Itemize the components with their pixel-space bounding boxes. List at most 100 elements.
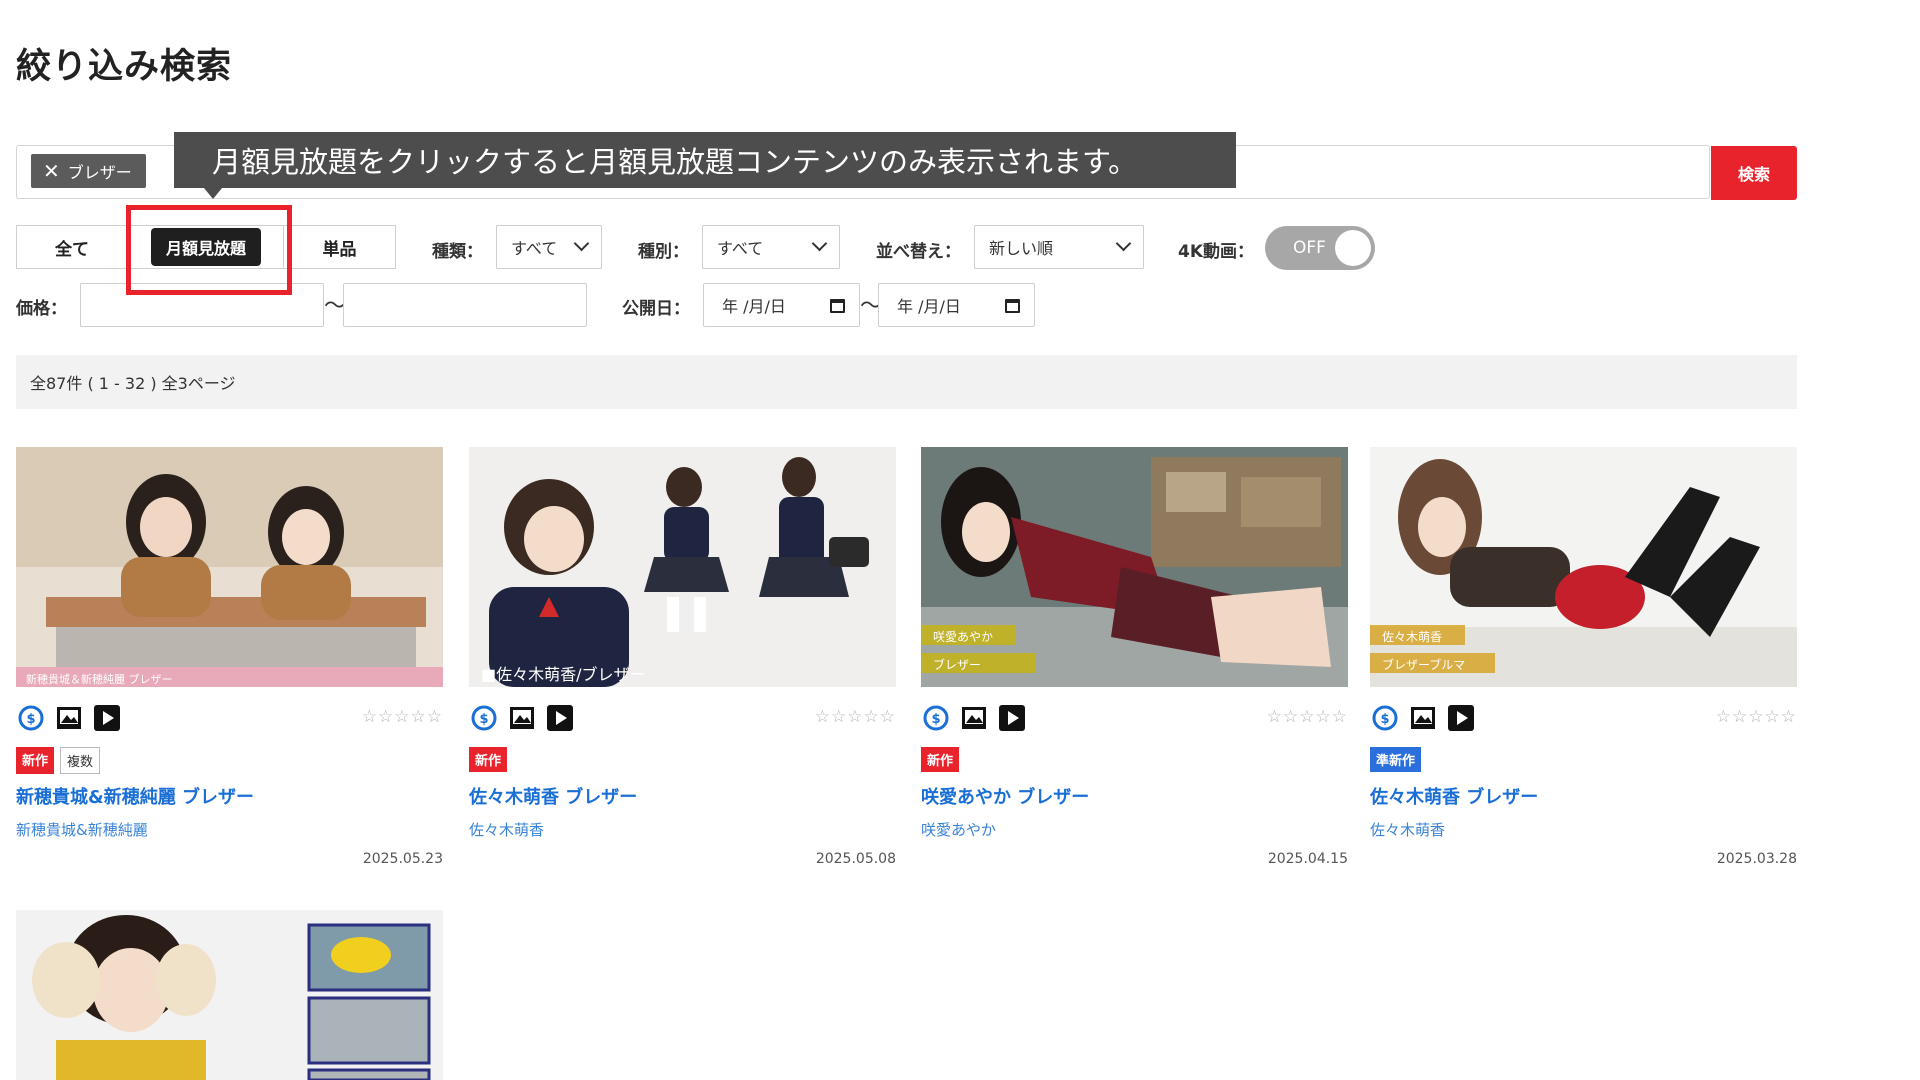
date-placeholder: 年 /月/日 xyxy=(722,297,786,316)
svg-text:$: $ xyxy=(1380,712,1389,727)
badges: 準新作 xyxy=(1370,747,1422,772)
badge-pre-new: 準新作 xyxy=(1370,747,1422,772)
product-thumbnail[interactable]: 新穂貴城＆新穂純麗 ブレザー xyxy=(16,447,443,687)
image-icon xyxy=(54,703,84,733)
subscription-icon: $ xyxy=(16,703,46,733)
subscription-icon: $ xyxy=(469,703,499,733)
badges: 新作 複数 xyxy=(16,747,101,774)
badge-new: 新作 xyxy=(921,747,960,772)
actress-link[interactable]: 新穂貴城&新穂純麗 xyxy=(16,819,148,840)
release-date: 2025.04.15 xyxy=(1267,851,1348,867)
svg-text:$: $ xyxy=(479,712,488,727)
tooltip: 月額見放題をクリックすると月額見放題コンテンツのみ表示されます。 xyxy=(174,132,1236,188)
search-tag-chip[interactable]: ✕ ブレザー xyxy=(31,154,146,188)
sort-select[interactable]: 新しい順 xyxy=(974,225,1144,269)
thumbnail-label: ブレザー xyxy=(933,658,982,672)
calendar-icon[interactable] xyxy=(830,299,845,313)
product-card[interactable]: 咲愛あやか ブレザー $ ☆☆☆☆☆ 新作 咲愛あやか ブレザー 咲愛あやか 2… xyxy=(921,447,1348,877)
release-date: 2025.05.23 xyxy=(362,851,443,867)
badges: 新作 xyxy=(469,747,508,772)
image-icon xyxy=(507,703,537,733)
content-icons: $ xyxy=(469,703,575,733)
product-thumbnail-image xyxy=(1370,447,1797,687)
image-icon xyxy=(959,703,989,733)
chevron-down-icon xyxy=(573,235,590,252)
thumbnail-label: 咲愛あやか xyxy=(933,630,994,644)
product-card[interactable]: 佐々木萌香 ブレザーブルマ $ ☆☆☆☆☆ 準新作 佐々木萌香 ブレザー 佐々木… xyxy=(1370,447,1797,877)
thumbnail-label: 新穂貴城＆新穂純麗 ブレザー xyxy=(26,673,173,686)
category-label: 種別： xyxy=(638,242,689,262)
kind-select-value: すべて xyxy=(511,239,558,258)
release-date-label: 公開日： xyxy=(622,299,690,319)
tooltip-arrow xyxy=(204,188,222,199)
svg-text:$: $ xyxy=(931,712,940,727)
subscription-icon: $ xyxy=(1370,703,1400,733)
product-thumbnail[interactable]: 咲愛あやか ブレザー xyxy=(921,447,1348,687)
page-title: 絞り込み検索 xyxy=(16,47,233,87)
content-icons: $ xyxy=(921,703,1027,733)
sort-label: 並べ替え： xyxy=(876,242,961,262)
rating-stars: ☆☆☆☆☆ xyxy=(361,707,443,727)
fourk-label: 4K動画： xyxy=(1178,242,1255,262)
kind-select[interactable]: すべて xyxy=(496,225,602,269)
image-icon xyxy=(1408,703,1438,733)
release-date: 2025.03.28 xyxy=(1716,851,1797,867)
svg-text:$: $ xyxy=(26,712,35,727)
product-thumbnail[interactable] xyxy=(16,910,443,1080)
highlight-box xyxy=(126,205,292,295)
product-thumbnail[interactable]: 佐々木萌香 ブレザーブルマ xyxy=(1370,447,1797,687)
product-thumbnail-image xyxy=(16,910,443,1080)
video-icon xyxy=(92,703,122,733)
product-thumbnail[interactable]: ■佐々木萌香/ブレザー xyxy=(469,447,896,687)
product-card[interactable]: ■佐々木萌香/ブレザー $ ☆☆☆☆☆ 新作 佐々木萌香 ブレザー 佐々木萌香 … xyxy=(469,447,896,877)
close-icon[interactable]: ✕ xyxy=(43,161,60,181)
product-title-link[interactable]: 新穂貴城&新穂純麗 ブレザー xyxy=(16,783,254,809)
product-thumbnail-image xyxy=(469,447,896,687)
rating-stars: ☆☆☆☆☆ xyxy=(814,707,896,727)
video-icon xyxy=(1446,703,1476,733)
release-date-from-input[interactable]: 年 /月/日 xyxy=(703,283,860,327)
category-select[interactable]: すべて xyxy=(702,225,840,269)
type-all-button[interactable]: 全て xyxy=(17,226,127,268)
badge-new: 新作 xyxy=(16,747,55,774)
price-max-input[interactable] xyxy=(343,283,587,327)
rating-stars: ☆☆☆☆☆ xyxy=(1266,707,1348,727)
subscription-icon: $ xyxy=(921,703,951,733)
chevron-down-icon xyxy=(811,235,828,252)
product-title-link[interactable]: 佐々木萌香 ブレザー xyxy=(469,783,637,809)
price-label: 価格： xyxy=(16,299,67,319)
product-thumbnail-image xyxy=(16,447,443,687)
product-card[interactable]: 新穂貴城＆新穂純麗 ブレザー $ ☆☆☆☆☆ 新作 複数 新穂貴城&新穂純麗 ブ… xyxy=(16,447,443,877)
type-single-button[interactable]: 単品 xyxy=(283,226,395,268)
video-icon xyxy=(997,703,1027,733)
badge-multi: 複数 xyxy=(60,747,101,774)
search-tag-label: ブレザー xyxy=(67,163,132,182)
category-select-value: すべて xyxy=(717,239,764,258)
date-placeholder: 年 /月/日 xyxy=(897,297,961,316)
release-date: 2025.05.08 xyxy=(815,851,896,867)
kind-label: 種類： xyxy=(432,242,483,262)
search-button[interactable]: 検索 xyxy=(1711,146,1797,200)
badge-new: 新作 xyxy=(469,747,508,772)
actress-link[interactable]: 咲愛あやか xyxy=(921,819,996,840)
product-title-link[interactable]: 咲愛あやか ブレザー xyxy=(921,783,1089,809)
content-icons: $ xyxy=(16,703,122,733)
badges: 新作 xyxy=(921,747,960,772)
chevron-down-icon xyxy=(1115,235,1132,252)
thumbnail-label: ブレザーブルマ xyxy=(1382,658,1466,672)
thumbnail-label: ■佐々木萌香/ブレザー xyxy=(481,665,646,684)
rating-stars: ☆☆☆☆☆ xyxy=(1715,707,1797,727)
sort-select-value: 新しい順 xyxy=(989,239,1054,258)
content-icons: $ xyxy=(1370,703,1476,733)
actress-link[interactable]: 佐々木萌香 xyxy=(1370,819,1445,840)
release-date-to-input[interactable]: 年 /月/日 xyxy=(878,283,1035,327)
product-title-link[interactable]: 佐々木萌香 ブレザー xyxy=(1370,783,1538,809)
fourk-toggle[interactable]: OFF xyxy=(1265,226,1375,270)
calendar-icon[interactable] xyxy=(1005,299,1020,313)
toggle-knob xyxy=(1335,230,1371,266)
thumbnail-label: 佐々木萌香 xyxy=(1382,630,1443,644)
fourk-toggle-text: OFF xyxy=(1293,238,1326,258)
actress-link[interactable]: 佐々木萌香 xyxy=(469,819,544,840)
result-summary-text: 全87件 ( 1 - 32 ) 全3ページ xyxy=(30,374,236,393)
product-thumbnail-image xyxy=(921,447,1348,687)
